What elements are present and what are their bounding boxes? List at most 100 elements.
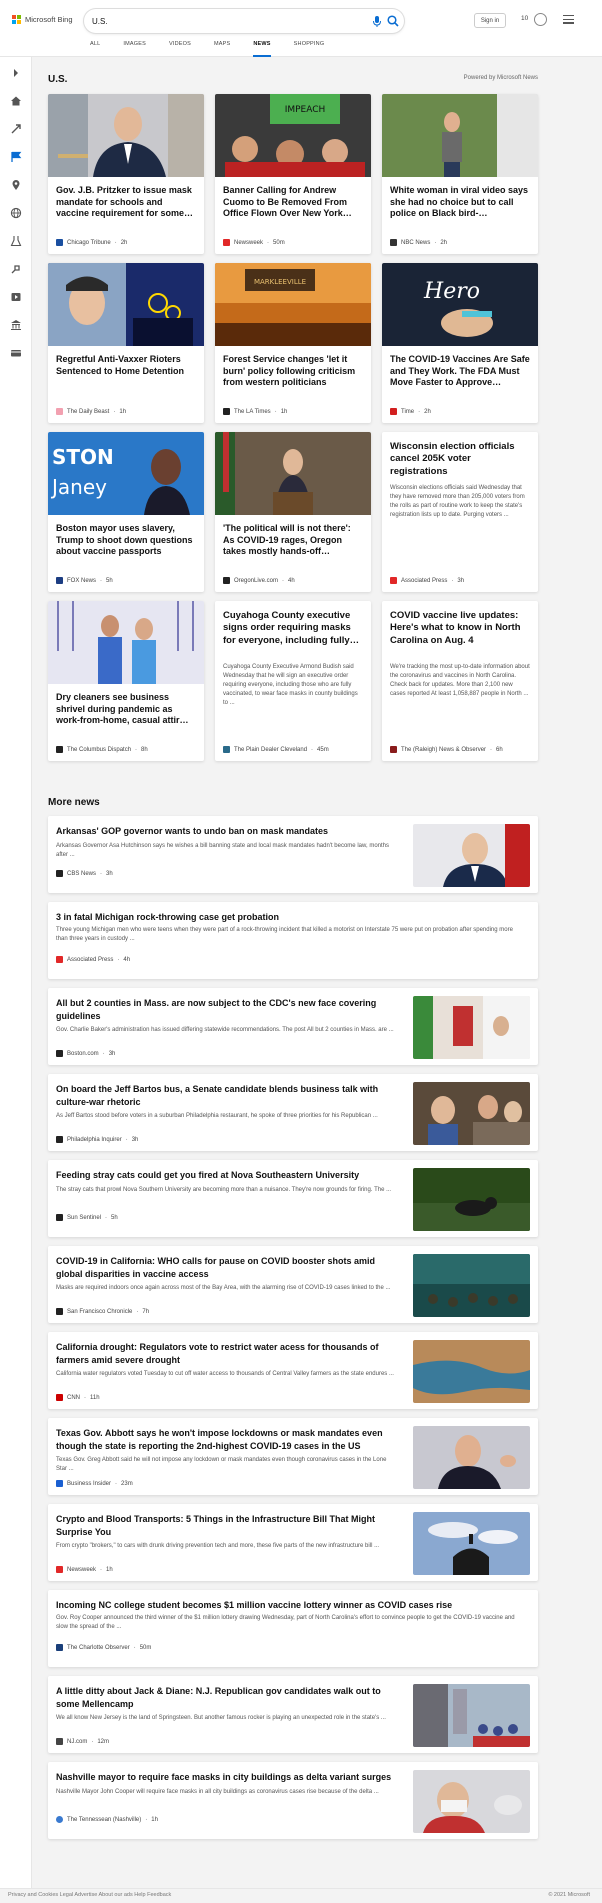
oregon-governor-photo[interactable]: [215, 432, 371, 515]
source-dot: ·: [434, 239, 437, 246]
list-item[interactable]: Feeding stray cats could get you fired a…: [48, 1160, 538, 1237]
item-title[interactable]: 3 in fatal Michigan rock-throwing case g…: [56, 911, 526, 924]
item-title[interactable]: Arkansas' GOP governor wants to undo ban…: [56, 825, 396, 838]
footer-links[interactable]: Privacy and Cookies Legal Advertise Abou…: [8, 1892, 171, 1898]
tab-news[interactable]: NEWS: [253, 41, 271, 57]
item-title[interactable]: Texas Gov. Abbott says he won't impose l…: [56, 1427, 396, 1453]
news-card[interactable]: Regretful Anti-Vaxxer Rioters Sentenced …: [48, 263, 204, 423]
item-title[interactable]: Crypto and Blood Transports: 5 Things in…: [56, 1513, 396, 1539]
card-title[interactable]: The COVID-19 Vaccines Are Safe and They …: [390, 354, 530, 389]
politics-icon[interactable]: [10, 319, 22, 331]
protest-banner-photo[interactable]: IMPEACH: [215, 94, 371, 177]
tab-shopping[interactable]: SHOPPING: [294, 41, 325, 57]
nashville-mask-thumbnail[interactable]: [413, 1770, 530, 1833]
boston-mayor-photo[interactable]: STON Janey: [48, 432, 204, 515]
news-card[interactable]: Gov. J.B. Pritzker to issue mask mandate…: [48, 94, 204, 254]
entertainment-icon[interactable]: [10, 291, 22, 303]
tab-videos[interactable]: VIDEOS: [169, 41, 191, 57]
rewards-icon[interactable]: [534, 13, 547, 26]
tab-images[interactable]: IMAGES: [123, 41, 146, 57]
us-flag-icon[interactable]: [10, 151, 22, 163]
item-title[interactable]: A little ditty about Jack & Diane: N.J. …: [56, 1685, 396, 1711]
source-name: CBS News: [67, 870, 97, 877]
list-item[interactable]: Arkansas' GOP governor wants to undo ban…: [48, 816, 538, 893]
news-card[interactable]: 'The political will is not there': As CO…: [215, 432, 371, 592]
location-icon[interactable]: [10, 179, 22, 191]
item-title[interactable]: Feeding stray cats could get you fired a…: [56, 1169, 396, 1182]
list-item[interactable]: Texas Gov. Abbott says he won't impose l…: [48, 1418, 538, 1495]
list-item[interactable]: A little ditty about Jack & Diane: N.J. …: [48, 1676, 538, 1753]
home-icon[interactable]: [10, 95, 22, 107]
card-title[interactable]: Banner Calling for Andrew Cuomo to Be Re…: [223, 185, 363, 220]
capitol-dome-thumbnail[interactable]: [413, 1512, 530, 1575]
card-title[interactable]: COVID vaccine live updates: Here's what …: [390, 610, 530, 647]
microphone-icon[interactable]: [370, 14, 384, 28]
news-card[interactable]: COVID vaccine live updates: Here's what …: [382, 601, 538, 761]
face-covering-thumbnail[interactable]: [413, 996, 530, 1059]
tab-maps[interactable]: MAPS: [214, 41, 230, 57]
technology-icon[interactable]: [10, 263, 22, 275]
news-card[interactable]: Dry cleaners see business shrivel during…: [48, 601, 204, 761]
list-item[interactable]: Nashville mayor to require face masks in…: [48, 1762, 538, 1839]
search-input[interactable]: [92, 14, 352, 28]
associated-press-icon: [56, 956, 63, 963]
list-item[interactable]: California drought: Regulators vote to r…: [48, 1332, 538, 1409]
source-dot: ·: [145, 1816, 148, 1823]
rioters-photo[interactable]: [48, 263, 204, 346]
money-icon[interactable]: [10, 347, 22, 359]
card-title[interactable]: 'The political will is not there': As CO…: [223, 523, 363, 558]
item-title[interactable]: All but 2 counties in Mass. are now subj…: [56, 997, 396, 1023]
card-title[interactable]: Forest Service changes 'let it burn' pol…: [223, 354, 363, 389]
card-title[interactable]: White woman in viral video says she had …: [390, 185, 530, 220]
news-card[interactable]: Wisconsin election officials cancel 205K…: [382, 432, 538, 592]
hutchinson-thumbnail[interactable]: [413, 824, 530, 887]
list-item[interactable]: All but 2 counties in Mass. are now subj…: [48, 988, 538, 1065]
item-title[interactable]: Incoming NC college student becomes $1 m…: [56, 1599, 526, 1612]
list-item[interactable]: COVID-19 in California: WHO calls for pa…: [48, 1246, 538, 1323]
card-title[interactable]: Gov. J.B. Pritzker to issue mask mandate…: [56, 185, 196, 220]
sign-in-button[interactable]: Sign in: [474, 13, 506, 28]
search-icon[interactable]: [386, 14, 400, 28]
powered-by-text[interactable]: Powered by Microsoft News: [464, 75, 538, 81]
item-title[interactable]: On board the Jeff Bartos bus, a Senate c…: [56, 1083, 396, 1109]
news-card[interactable]: MARKLEEVILLE Forest Service changes 'let…: [215, 263, 371, 423]
card-title[interactable]: Dry cleaners see business shrivel during…: [56, 692, 196, 727]
list-item[interactable]: On board the Jeff Bartos bus, a Senate c…: [48, 1074, 538, 1151]
news-card[interactable]: White woman in viral video says she had …: [382, 94, 538, 254]
trending-icon[interactable]: [10, 123, 22, 135]
card-title[interactable]: Wisconsin election officials cancel 205K…: [390, 441, 530, 478]
world-icon[interactable]: [10, 207, 22, 219]
aquarium-crowd-thumbnail[interactable]: [413, 1254, 530, 1317]
woman-viral-video-photo[interactable]: [382, 94, 538, 177]
drought-reservoir-thumbnail[interactable]: [413, 1340, 530, 1403]
forest-fire-photo[interactable]: MARKLEEVILLE: [215, 263, 371, 346]
card-title[interactable]: Regretful Anti-Vaxxer Rioters Sentenced …: [56, 354, 196, 377]
expand-chevron-icon[interactable]: [10, 67, 22, 79]
pritzker-photo[interactable]: [48, 94, 204, 177]
list-item[interactable]: Incoming NC college student becomes $1 m…: [48, 1590, 538, 1667]
item-title[interactable]: California drought: Regulators vote to r…: [56, 1341, 396, 1367]
card-title[interactable]: Boston mayor uses slavery, Trump to shoo…: [56, 523, 196, 558]
rewards-points[interactable]: 10: [521, 15, 528, 22]
tab-all[interactable]: ALL: [90, 41, 100, 57]
search-box[interactable]: [84, 9, 404, 33]
list-item[interactable]: 3 in fatal Michigan rock-throwing case g…: [48, 902, 538, 979]
news-card[interactable]: IMPEACH Banner Calling for Andrew Cuomo …: [215, 94, 371, 254]
list-item[interactable]: Crypto and Blood Transports: 5 Things in…: [48, 1504, 538, 1581]
abbott-thumbnail[interactable]: [413, 1426, 530, 1489]
science-icon[interactable]: [10, 235, 22, 247]
item-title[interactable]: COVID-19 in California: WHO calls for pa…: [56, 1255, 396, 1281]
bing-logo[interactable]: Microsoft Bing: [12, 15, 73, 24]
item-title[interactable]: Nashville mayor to require face masks in…: [56, 1771, 396, 1784]
stray-cat-thumbnail[interactable]: [413, 1168, 530, 1231]
source-time: 1h: [280, 408, 288, 415]
vaccine-hero-photo[interactable]: Hero: [382, 263, 538, 346]
news-card[interactable]: Hero The COVID-19 Vaccines Are Safe and …: [382, 263, 538, 423]
dry-cleaners-photo[interactable]: [48, 601, 204, 684]
bartos-bus-thumbnail[interactable]: [413, 1082, 530, 1145]
card-title[interactable]: Cuyahoga County executive signs order re…: [223, 610, 363, 647]
news-card[interactable]: STON Janey Boston mayor uses slavery, Tru…: [48, 432, 204, 592]
news-card[interactable]: Cuyahoga County executive signs order re…: [215, 601, 371, 761]
nj-candidates-thumbnail[interactable]: [413, 1684, 530, 1747]
hamburger-menu-icon[interactable]: [563, 15, 574, 24]
